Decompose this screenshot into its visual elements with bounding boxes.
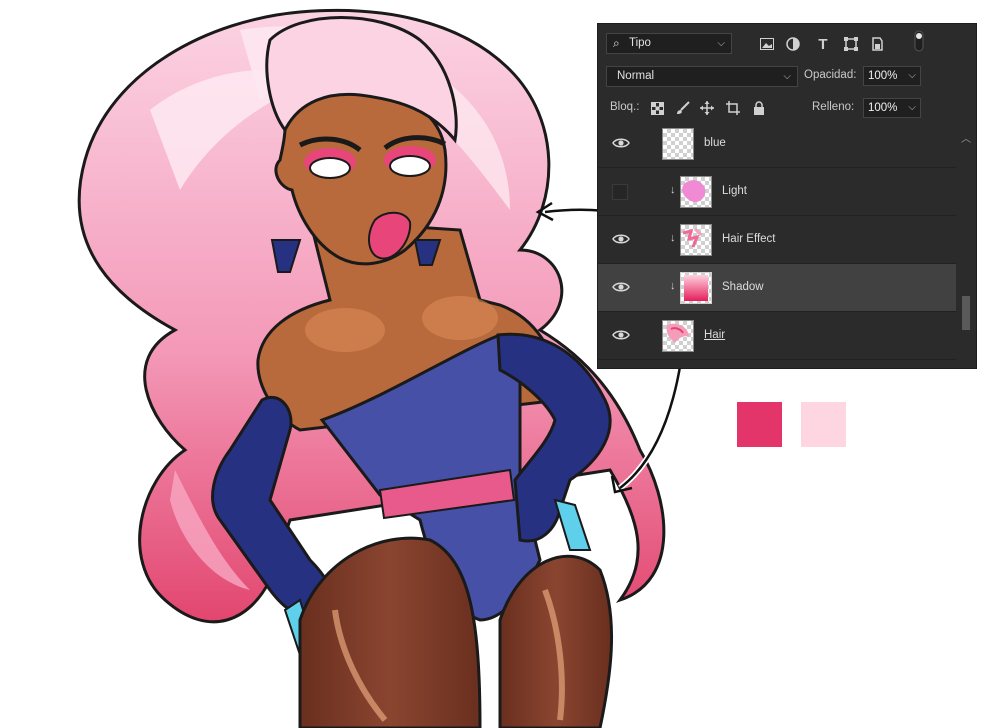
lock-transparency-icon[interactable] — [648, 99, 666, 117]
layer-row-blue[interactable]: blue — [598, 120, 956, 168]
layer-row-hair[interactable]: Hair — [598, 312, 956, 360]
shape-filter-icon[interactable] — [842, 35, 860, 53]
chevron-up-icon[interactable]: ︿ — [961, 130, 971, 145]
fill-value: 100% — [868, 102, 898, 114]
blend-mode-select[interactable]: Normal ⌵ — [606, 66, 798, 87]
layer-name: blue — [704, 137, 726, 149]
image-filter-icon[interactable] — [758, 35, 776, 53]
opacity-input[interactable]: 100% ⌵ — [863, 66, 921, 86]
chevron-down-icon: ⌵ — [908, 70, 916, 81]
lock-pixels-brush-icon[interactable] — [674, 99, 692, 117]
layer-row-hair-effect[interactable]: ↓ Hair Effect — [598, 216, 956, 264]
layer-thumbnail — [662, 128, 694, 160]
clipping-mask-icon: ↓ — [670, 280, 676, 292]
layer-thumbnail — [680, 224, 712, 256]
layer-row-shadow[interactable]: ↓ Shadow — [598, 264, 956, 312]
chevron-down-icon: ⌵ — [908, 102, 916, 113]
lock-artboard-crop-icon[interactable] — [724, 99, 742, 117]
layer-name: Hair Effect — [722, 233, 776, 245]
layers-list: blue ↓ Light ↓ Hair Effect ↓ Shadow Hair — [598, 120, 956, 368]
scrollbar-thumb[interactable] — [962, 296, 970, 330]
clipping-mask-icon: ↓ — [670, 184, 676, 196]
chevron-down-icon: ⌵ — [783, 71, 791, 82]
legs — [298, 536, 482, 728]
fill-label: Relleno: — [812, 101, 855, 113]
swatch-dark-pink — [737, 402, 782, 447]
lock-label: Bloq.: — [610, 101, 640, 113]
swatch-light-pink — [801, 402, 846, 447]
layers-scrollbar[interactable]: ︿ — [956, 124, 976, 368]
layer-row-light[interactable]: ↓ Light — [598, 168, 956, 216]
layer-thumbnail — [680, 272, 712, 304]
eye-icon[interactable] — [612, 136, 630, 150]
clipping-mask-icon: ↓ — [670, 232, 676, 244]
layer-name: Hair — [704, 329, 726, 341]
eye-icon[interactable] — [612, 328, 630, 342]
layers-panel: ⌕ Tipo ⌵ T Normal ⌵ Opacidad: 100% ⌵ Blo… — [598, 24, 976, 368]
eye-icon[interactable] — [612, 280, 630, 294]
filter-toggle-icon[interactable] — [910, 30, 928, 52]
lock-all-icon[interactable] — [750, 99, 768, 117]
layer-thumbnail — [662, 320, 694, 352]
fill-input[interactable]: 100% ⌵ — [863, 98, 921, 118]
filter-kind-select[interactable]: ⌕ Tipo ⌵ — [606, 33, 732, 54]
opacity-value: 100% — [868, 70, 898, 82]
type-filter-icon[interactable]: T — [814, 35, 832, 53]
opacity-label: Opacidad: — [804, 69, 857, 81]
filter-kind-label: Tipo — [629, 37, 651, 49]
layer-thumbnail — [680, 176, 712, 208]
search-icon: ⌕ — [613, 36, 620, 50]
visibility-toggle-off[interactable] — [612, 184, 628, 200]
eye-icon[interactable] — [612, 232, 630, 246]
chevron-down-icon: ⌵ — [717, 38, 725, 49]
layer-name: Shadow — [722, 281, 764, 293]
layer-name: Light — [722, 185, 747, 197]
adjustment-filter-icon[interactable] — [784, 35, 802, 53]
smart-object-filter-icon[interactable] — [868, 35, 886, 53]
blend-mode-label: Normal — [617, 70, 655, 82]
lock-position-move-icon[interactable] — [698, 99, 716, 117]
